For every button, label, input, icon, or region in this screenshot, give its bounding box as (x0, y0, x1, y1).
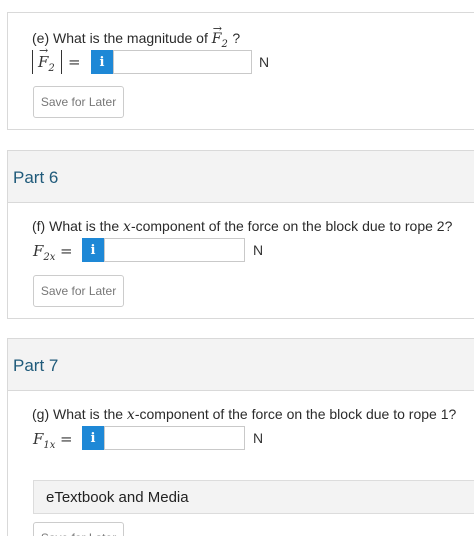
magnitude-answer-input[interactable] (113, 50, 252, 74)
part-6-question: (f) What is the x-component of the force… (32, 218, 453, 235)
unit-label: N (253, 430, 264, 446)
part-7-question: (g) What is the x-component of the force… (32, 406, 457, 423)
info-icon[interactable]: i (82, 238, 104, 262)
equals-sign: = (60, 430, 73, 448)
save-for-later-button[interactable]: Save for Later (33, 275, 124, 307)
part-7-title: Part 7 (13, 356, 59, 375)
question-suffix: ? (232, 30, 241, 46)
info-icon[interactable]: i (82, 426, 104, 450)
part-6-header (7, 150, 474, 202)
save-for-later-button[interactable]: Save for Later (33, 86, 124, 118)
etextbook-media-link[interactable]: eTextbook and Media (33, 480, 474, 514)
vector-arrow-icon: → (39, 44, 49, 57)
equals-sign: = (68, 53, 81, 71)
vector-arrow-icon: → (212, 22, 222, 35)
part-6-variable: F2x (33, 242, 56, 263)
info-icon[interactable]: i (91, 50, 113, 74)
part-6-title: Part 6 (13, 168, 59, 187)
question-variable: → F2 (211, 22, 228, 50)
part-e-question: (e) What is the magnitude of → F2 ? (32, 22, 241, 50)
abs-bar-right (61, 50, 62, 74)
part-e-variable: → F2 (38, 44, 55, 74)
part-7-variable: F1x (33, 430, 56, 451)
f2x-answer-input[interactable] (104, 238, 245, 262)
unit-label: N (259, 54, 270, 70)
abs-bar-left (32, 50, 33, 74)
f1x-answer-input[interactable] (104, 426, 245, 450)
unit-label: N (253, 242, 264, 258)
save-for-later-button-clipped[interactable]: Save for Later (33, 522, 124, 536)
question-text: (e) What is the magnitude of (32, 30, 208, 46)
equals-sign: = (60, 242, 73, 260)
part-7-header (7, 338, 474, 390)
save-for-later-button[interactable]: Save for Later (33, 522, 124, 536)
